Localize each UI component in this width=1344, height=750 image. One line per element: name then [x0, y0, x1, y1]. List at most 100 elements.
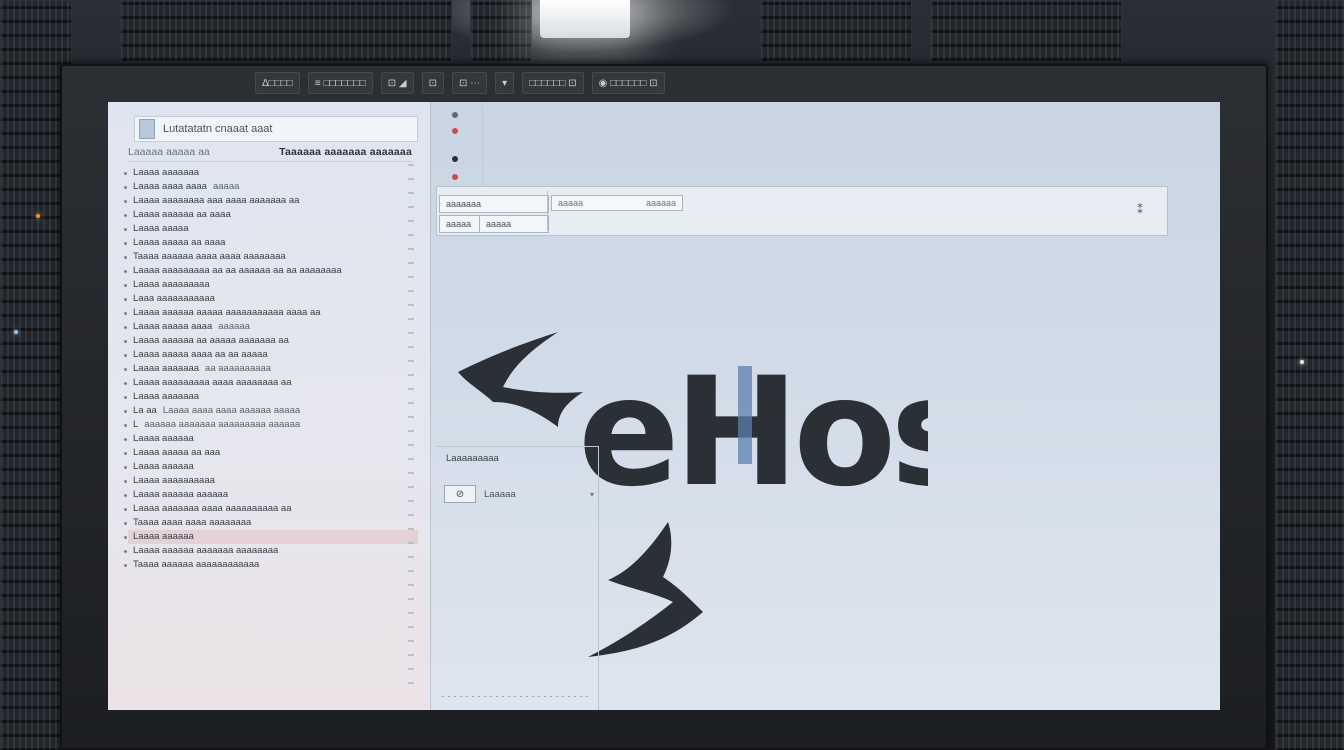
tree-item-label: Laaaa aaaaa: [133, 223, 189, 234]
tree-item-label: Laaaa aaaaaa: [133, 531, 194, 542]
monitor: Δ□□□□ ≡ □□□□□□□ ⊡ ◢ ⊡ ⊡ ⋯ ▾ □□□□□□ ⊡ ◉ □…: [60, 64, 1268, 750]
tree-item[interactable]: Laaaa aaaaaa aa aaaaa aaaaaaa aa: [124, 334, 418, 348]
menu-item[interactable]: ⊡: [421, 72, 444, 94]
tree-item[interactable]: Laaaa aaaa aaaa aaaaa: [124, 180, 418, 194]
tree-item-label: Laaaa aaaaaa: [133, 461, 194, 472]
tree-bullet-icon: [124, 521, 127, 525]
tree-item[interactable]: Laaaa aaaaaa: [124, 530, 418, 544]
tree-item[interactable]: Laaaa aaaaa: [124, 222, 418, 236]
tree-item[interactable]: Laaaa aaaaaaa: [124, 390, 418, 404]
tree-item[interactable]: Laaaa aaaaaaaaaa: [124, 474, 418, 488]
tree-item-label: Taaaa aaaaaa aaaaaaaaaaaa: [133, 559, 260, 570]
tree-bullet-icon: [124, 227, 127, 231]
marker-icon[interactable]: [452, 128, 458, 134]
tree-bullet-icon: [124, 199, 127, 203]
tree-item[interactable]: Laaaa aaaaaaa aaaa aaaaaaaaaa aa: [124, 502, 418, 516]
toolbar-button[interactable]: aaaaaaa: [439, 195, 549, 213]
tree-item[interactable]: La aa Laaaa aaaa aaaa aaaaaa aaaaa: [124, 404, 418, 418]
spade-icon[interactable]: [452, 156, 458, 162]
tree-item[interactable]: Laaaa aaaaaaa: [124, 166, 418, 180]
tree-bullet-icon: [124, 423, 127, 427]
tree-item[interactable]: Taaaa aaaa aaaa aaaaaaaa: [124, 516, 418, 530]
tree-item-label: Laaaa aaaaaaaaa aaaa aaaaaaaa aa: [133, 377, 292, 388]
menu-item[interactable]: Δ□□□□: [255, 72, 300, 94]
toolbar: aaaaaaa aaaaa aaaaa aaaaa aaaaaa ⁑: [436, 186, 1168, 236]
menu-item[interactable]: □□□□□□ ⊡: [522, 72, 584, 94]
tree-item[interactable]: Laaaa aaaaaa: [124, 432, 418, 446]
server-rack: [930, 0, 1122, 62]
tree-panel: Lutatatatn cnaaat aaat Laaaaa aaaaa aa T…: [108, 102, 431, 710]
screen: Lutatatatn cnaaat aaat Laaaaa aaaaa aa T…: [108, 102, 1220, 710]
tree-item[interactable]: Laaaa aaaaa aa aaaa: [124, 236, 418, 250]
tree-item[interactable]: Laaaa aaaaaaaaa: [124, 278, 418, 292]
tree-item-label: Taaaa aaaa aaaa aaaaaaaa: [133, 517, 252, 528]
tree-column-header[interactable]: Laaaaa aaaaa aa: [128, 146, 210, 158]
tree-item-label: Laaaa aaaaaaa: [133, 391, 200, 402]
tree-item-label: Laaaa aaaaa aaaa: [133, 321, 213, 332]
tree-item-label: Laaaa aaaaaa aaaaaaa aaaaaaaa: [133, 545, 279, 556]
chevron-down-icon: ▾: [589, 489, 594, 499]
divider: [442, 696, 592, 697]
tree-item[interactable]: Laaaa aaaaa aaaa aa aa aaaaa: [124, 348, 418, 362]
tree-column-header[interactable]: Taaaaaa aaaaaaa aaaaaaa: [279, 146, 412, 158]
menu-item[interactable]: ≡ □□□□□□□: [307, 72, 373, 94]
logo-text: eHos: [578, 346, 928, 520]
tree-header[interactable]: Lutatatatn cnaaat aaat: [134, 116, 418, 142]
tree-item[interactable]: Laaaa aaaaaa aaaaa aaaaaaaaaaa aaaa aa: [124, 306, 418, 320]
tree-item[interactable]: Taaaa aaaaaa aaaaaaaaaaaa: [124, 558, 418, 572]
marker-icon[interactable]: [452, 174, 458, 180]
tree-item[interactable]: Taaaa aaaaaa aaaa aaaa aaaaaaaa: [124, 250, 418, 264]
tree-item[interactable]: Laaaa aaaaaaaaa aa aa aaaaaa aa aa aaaaa…: [124, 264, 418, 278]
icon-strip: [430, 102, 483, 194]
server-rack: [120, 0, 452, 62]
server-rack: [470, 0, 532, 62]
sub-panel-title: Laaaaaaaaa: [446, 453, 499, 464]
tree-item[interactable]: Laaaa aaaaaaaa aaa aaaa aaaaaaa aa: [124, 194, 418, 208]
tree-bullet-icon: [124, 297, 127, 301]
menu-item[interactable]: ◉ □□□□□□ ⊡: [591, 72, 665, 94]
tree-item-value: aa aaaaaaaaaa: [205, 363, 272, 374]
toolbar-field[interactable]: aaaaa aaaaaa: [551, 195, 683, 211]
tree-item-label: Laaaa aaaaaaaaa aa aa aaaaaa aa aa aaaaa…: [133, 265, 342, 276]
tree-bullet-icon: [124, 325, 127, 329]
tree-item-label: Laaaa aaaaaa aa aaaaa aaaaaaa aa: [133, 335, 289, 346]
tree-item[interactable]: Laaaa aaaaa aa aaa: [124, 446, 418, 460]
tree-bullet-icon: [124, 339, 127, 343]
tree-bullet-icon: [124, 185, 127, 189]
rack-led: [36, 214, 40, 218]
tree-bullet-icon: [124, 437, 127, 441]
pin-icon[interactable]: [452, 112, 458, 118]
tree-item[interactable]: Laaaa aaaaaaaaa aaaa aaaaaaaa aa: [124, 376, 418, 390]
tree-item-label: Laaaa aaaaaaa aaaa aaaaaaaaaa aa: [133, 503, 292, 514]
server-rack: [760, 0, 912, 62]
ceiling-light: [540, 0, 630, 38]
tree-item[interactable]: Laaaa aaaaaaa aa aaaaaaaaaa: [124, 362, 418, 376]
toolbar-field-left: aaaaa: [558, 198, 584, 208]
sub-panel-dropdown[interactable]: ⊘ Laaaaa ▾: [444, 485, 594, 503]
tree-item[interactable]: Laaaa aaaaa aaaa aaaaaa: [124, 320, 418, 334]
tree-item[interactable]: Laaaa aaaaaa aaaaaaa aaaaaaaa: [124, 544, 418, 558]
tree-bullet-icon: [124, 409, 127, 413]
menu-item[interactable]: ▾: [495, 72, 515, 94]
tree-scrollbar[interactable]: [408, 164, 414, 694]
tree-bullet-icon: [124, 493, 127, 497]
tree-item-label: Laaaa aaaaa aa aaa: [133, 447, 221, 458]
tree-item[interactable]: Laaa aaaaaaaaaaa: [124, 292, 418, 306]
menu-item[interactable]: ⊡ ⋯: [452, 72, 488, 94]
tree-item-label: Laaaa aaaaaa aaaaa aaaaaaaaaaa aaaa aa: [133, 307, 321, 318]
tree-bullet-icon: [124, 479, 127, 483]
tree-item[interactable]: Laaaaaa aaaaaaa aaaaaaaaa aaaaaa: [124, 418, 418, 432]
toolbar-field-right: aaaaaa: [645, 198, 676, 208]
tree-item[interactable]: Laaaa aaaaaa aa aaaa: [124, 208, 418, 222]
tree-bullet-icon: [124, 507, 127, 511]
tree-item[interactable]: Laaaa aaaaaa aaaaaa: [124, 488, 418, 502]
toolbar-more-icon[interactable]: ⁑: [1137, 203, 1143, 217]
menu-item[interactable]: ⊡ ◢: [380, 72, 414, 94]
sub-panel: Laaaaaaaaa ⊘ Laaaaa ▾: [436, 446, 599, 710]
tree-bullet-icon: [124, 451, 127, 455]
toolbar-button[interactable]: aaaaa: [479, 215, 549, 233]
tree-bullet-icon: [124, 269, 127, 273]
tree-item[interactable]: Laaaa aaaaaa: [124, 460, 418, 474]
tree-item-label: Laaaa aaaaaaaaaa: [133, 475, 215, 486]
tree-header-label: Lutatatatn cnaaat aaat: [163, 123, 273, 135]
